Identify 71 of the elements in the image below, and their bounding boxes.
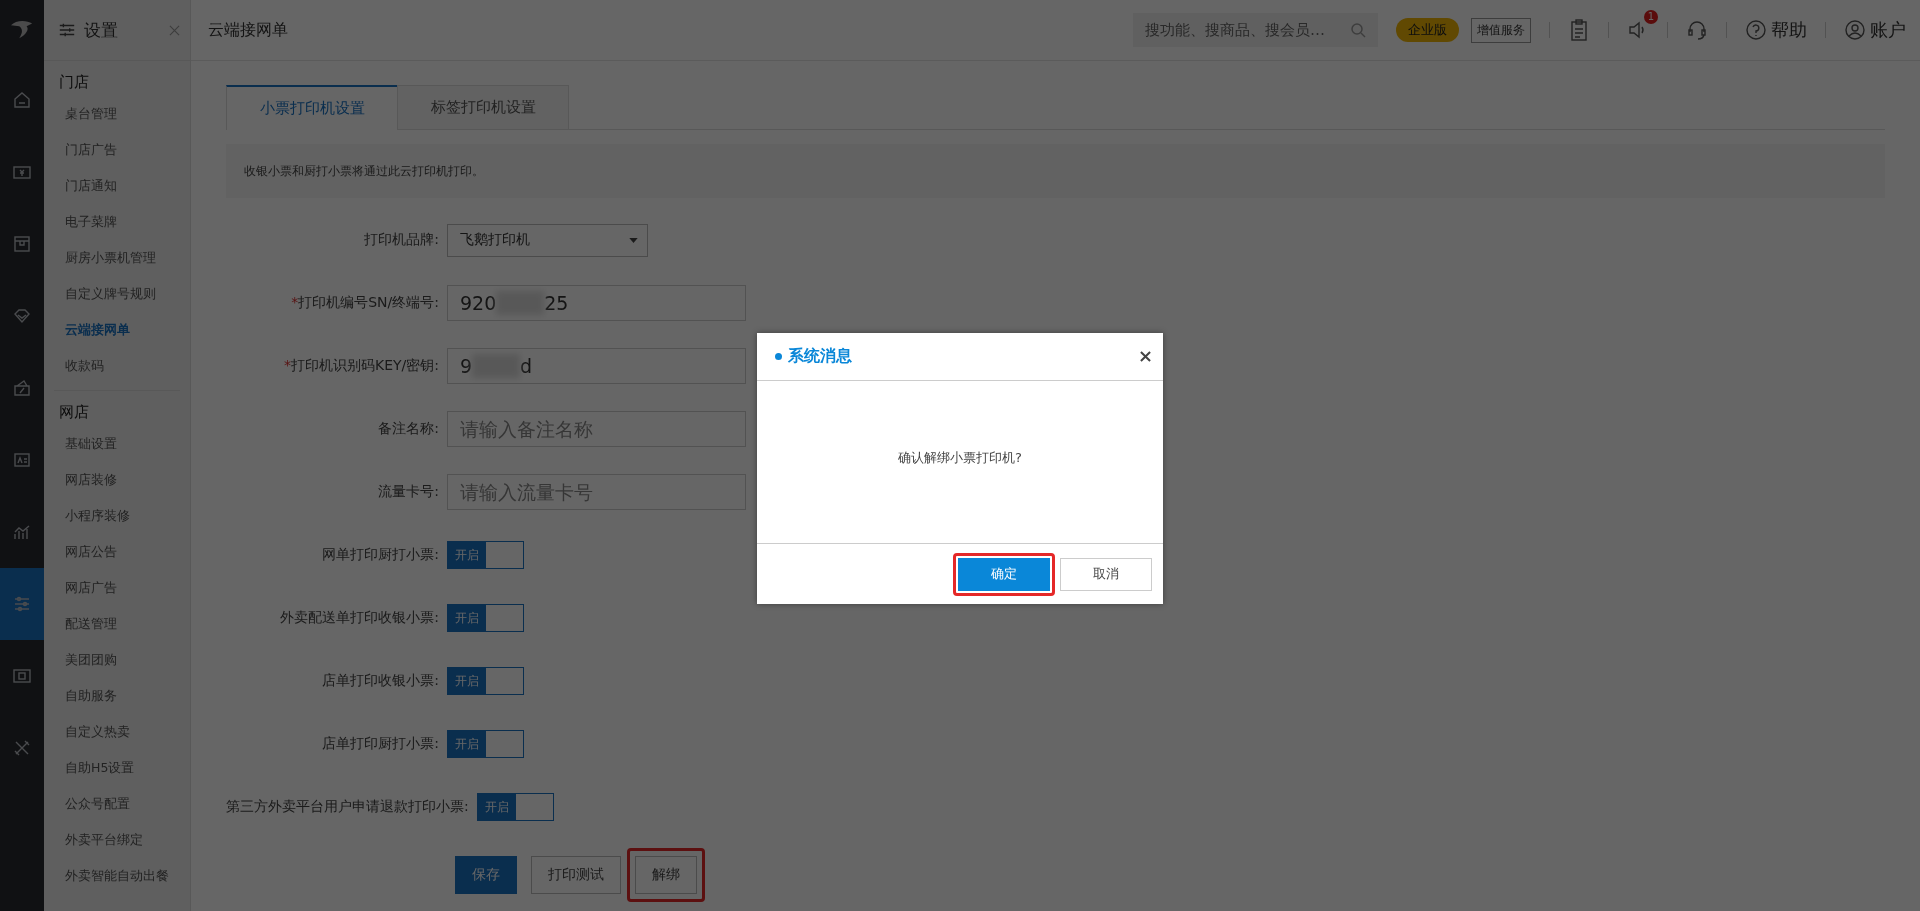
field-label: 第三方外卖平台用户申请退款打印小票: xyxy=(226,798,469,816)
sidebar-title: 设置 xyxy=(84,18,119,42)
box-icon xyxy=(12,234,32,254)
sidebar-item[interactable]: 桌台管理 xyxy=(44,96,190,132)
sidebar-item[interactable]: 自助服务 xyxy=(54,678,180,714)
field-label: 网单打印厨打小票: xyxy=(321,546,439,564)
sidebar-group-title: 网店 xyxy=(58,402,90,423)
field-label: *打印机编号SN/终端号: xyxy=(290,294,439,312)
sidebar-item[interactable]: 收款码 xyxy=(44,348,190,384)
help-button[interactable]: 帮助 xyxy=(1745,18,1807,42)
sidebar-item[interactable]: 自助H5设置 xyxy=(54,750,180,786)
sidebar-item[interactable]: 小程序装修 xyxy=(54,498,180,534)
dialog-button[interactable]: 取消 xyxy=(1060,557,1152,591)
sidebar-item[interactable]: 网店装修 xyxy=(54,462,180,498)
sidebar-item[interactable]: 外卖智能自动出餐 xyxy=(54,858,180,894)
question-icon xyxy=(1745,19,1767,41)
sidebar-item[interactable]: 配送管理 xyxy=(54,606,180,642)
field-label: *打印机识别码KEY/密钥: xyxy=(283,357,439,375)
coupon-icon xyxy=(12,378,32,398)
toggle-switch[interactable]: 开启 xyxy=(447,667,524,695)
ticket-icon xyxy=(12,666,32,686)
sidebar-item[interactable]: 外卖平台绑定 xyxy=(54,822,180,858)
toggle-switch[interactable]: 开启 xyxy=(447,730,524,758)
sidebar-group-title: 门店 xyxy=(58,72,90,93)
notification-badge: 1 xyxy=(1644,10,1658,24)
sidebar-item[interactable]: 基础设置 xyxy=(54,426,180,462)
tab[interactable]: 标签打印机设置 xyxy=(397,85,569,129)
sidebar-item[interactable]: 云端接网单 xyxy=(44,312,190,348)
dialog-button[interactable]: 确定 xyxy=(958,557,1050,591)
action-button[interactable]: 打印测试 xyxy=(531,856,621,894)
tab[interactable]: 小票打印机设置 xyxy=(226,85,398,130)
edition-badge: 企业版 xyxy=(1396,18,1459,42)
chart-icon xyxy=(12,522,32,542)
home-icon xyxy=(12,90,32,110)
sliders-icon xyxy=(12,594,32,614)
dialog-title: 系统消息 xyxy=(788,346,853,367)
headset-icon[interactable] xyxy=(1686,19,1708,41)
sidebar-item[interactable]: 网店广告 xyxy=(54,570,180,606)
sidebar-item[interactable]: 公众号配置 xyxy=(54,786,180,822)
field-label: 打印机品牌: xyxy=(363,231,439,249)
tools-icon xyxy=(12,738,32,758)
user-icon xyxy=(1844,19,1866,41)
field-label: 外卖配送单打印收银小票: xyxy=(279,609,439,627)
page-title: 云端接网单 xyxy=(208,19,288,41)
toggle-switch[interactable]: 开启 xyxy=(447,541,524,569)
notice-text: 收银小票和厨打小票将通过此云打印机打印。 xyxy=(244,162,484,180)
field-label: 店单打印收银小票: xyxy=(321,672,439,690)
sidebar-item[interactable]: 自定义热卖 xyxy=(54,714,180,750)
input-field[interactable]: 9 d xyxy=(447,348,746,384)
field-label: 店单打印厨打小票: xyxy=(321,735,439,753)
input-field[interactable]: 920 25 xyxy=(447,285,746,321)
dialog-message: 确认解绑小票打印机? xyxy=(898,449,1022,467)
brand-select[interactable]: 飞鹅打印机 xyxy=(447,223,648,257)
clipboard-icon[interactable] xyxy=(1568,19,1590,41)
search-icon[interactable] xyxy=(1350,22,1366,38)
close-icon[interactable] xyxy=(1140,351,1151,362)
sidebar-item[interactable]: 美团团购 xyxy=(54,642,180,678)
caret-icon xyxy=(629,237,638,243)
card-icon xyxy=(12,450,32,470)
action-button[interactable]: 保存 xyxy=(455,856,517,894)
sliders-icon xyxy=(58,21,76,39)
sidebar-item[interactable]: 网店公告 xyxy=(54,534,180,570)
dot-icon xyxy=(775,353,782,360)
toggle-switch[interactable]: 开启 xyxy=(476,793,554,821)
field-label: 流量卡号: xyxy=(377,483,439,501)
value-added-button[interactable]: 增值服务 xyxy=(1471,17,1531,43)
diamond-icon xyxy=(12,306,32,326)
account-button[interactable]: 账户 xyxy=(1844,18,1906,42)
field-label: 备注名称: xyxy=(377,420,439,438)
action-button[interactable]: 解绑 xyxy=(635,856,697,894)
toggle-switch[interactable]: 开启 xyxy=(447,604,524,632)
